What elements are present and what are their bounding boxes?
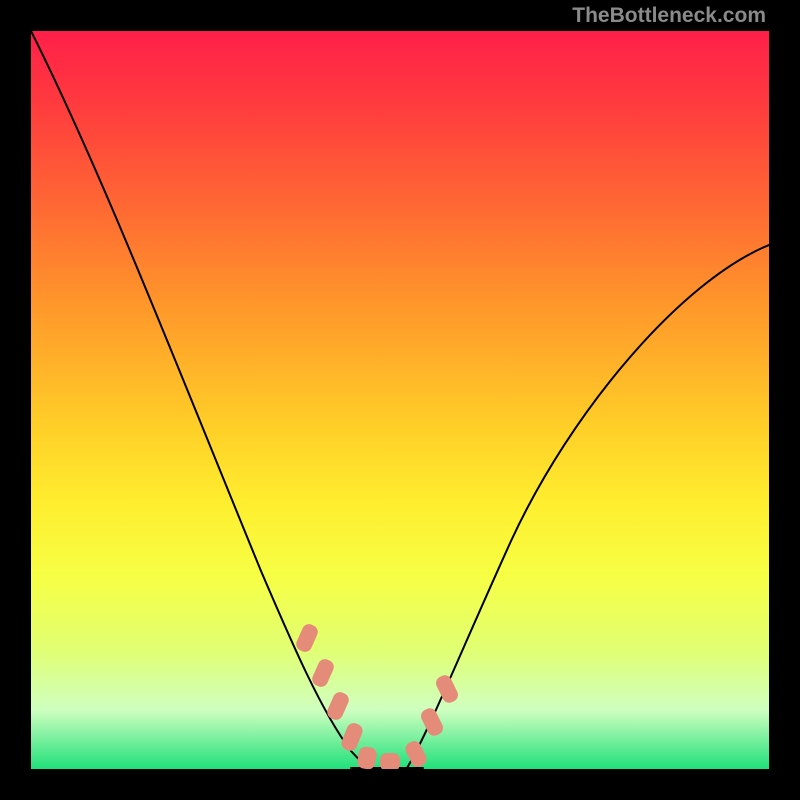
curve-right	[407, 245, 769, 768]
plot-area	[31, 31, 769, 769]
valley-marker-l6	[380, 753, 400, 769]
valley-marker-l5	[356, 746, 378, 769]
curve-left	[31, 31, 367, 768]
watermark-text: TheBottleneck.com	[572, 4, 766, 28]
bottleneck-curve	[31, 31, 769, 769]
